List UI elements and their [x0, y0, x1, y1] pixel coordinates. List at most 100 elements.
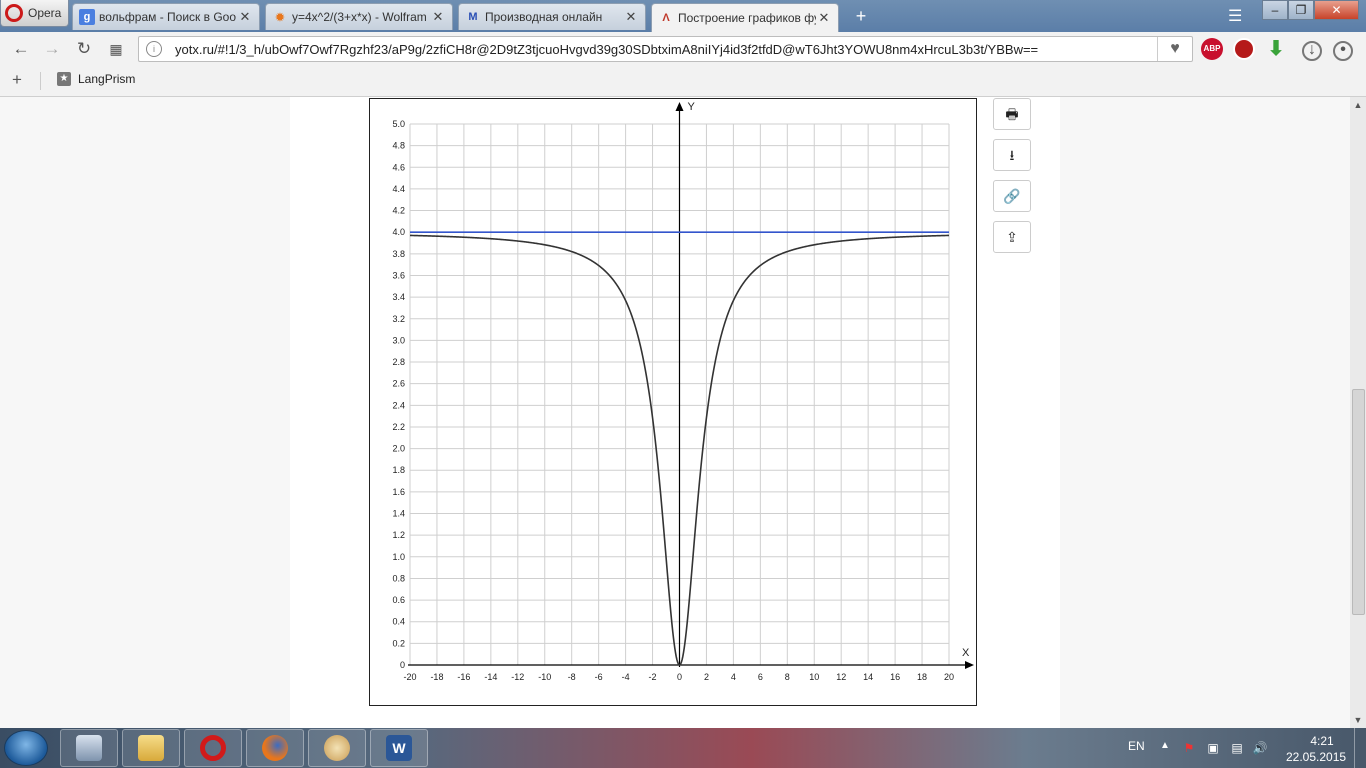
page-viewport: Y X -20 -18 -16 -14 -12 -10 -8 -6 -4 -2 0 2 4 6 8 10 12 14 1… — [0, 97, 1350, 728]
y-tick-label: 0.6 — [392, 595, 405, 605]
taskbar-opera[interactable] — [184, 729, 242, 767]
x-tick-label: 12 — [836, 672, 846, 682]
x-tick-label: -14 — [484, 672, 497, 682]
url-text[interactable]: yotx.ru/#!1/3_h/ubOwf7Owf7Rgzhf23/aP9g/2… — [175, 42, 1038, 57]
opera-menu-button[interactable]: Opera — [0, 0, 69, 27]
bookmark-heart-icon[interactable]: ♥ — [1157, 37, 1192, 61]
taskbar-word[interactable]: W — [370, 729, 428, 767]
y-tick-label: 3.0 — [392, 335, 405, 345]
x-tick-label: 0 — [677, 672, 682, 682]
google-icon: g — [79, 9, 95, 25]
vertical-scrollbar[interactable]: ▲ ▼ — [1350, 97, 1366, 728]
y-tick-label: 1.2 — [392, 530, 405, 540]
downloads-icon[interactable]: ↓ — [1302, 41, 1322, 61]
download-extension-icon[interactable]: ⬇ — [1265, 38, 1287, 60]
yotx-icon: Λ — [662, 12, 670, 24]
x-axis-name: X — [962, 647, 970, 659]
close-window-button[interactable]: ✕ — [1314, 0, 1359, 20]
close-icon[interactable]: ✕ — [816, 10, 832, 26]
scroll-thumb[interactable] — [1352, 389, 1365, 615]
share-button[interactable]: ⇪ — [993, 221, 1031, 253]
link-button[interactable]: 🔗 — [993, 180, 1031, 212]
add-bookmark-icon[interactable]: + — [12, 70, 22, 90]
navigation-toolbar: ← → ↻ ▦ i yotx.ru/#!1/3_h/ubOwf7Owf7Rgzh… — [0, 32, 1366, 66]
x-tick-label: -18 — [430, 672, 443, 682]
x-tick-label: 4 — [731, 672, 736, 682]
x-tick-label: -6 — [595, 672, 603, 682]
minimize-button[interactable]: – — [1262, 0, 1288, 20]
tab-graph-builder[interactable]: Λ Построение графиков фу ✕ — [651, 3, 839, 32]
start-button[interactable] — [4, 730, 48, 766]
close-icon[interactable]: ✕ — [623, 9, 639, 25]
speed-dial-icon[interactable]: ▦ — [106, 39, 126, 59]
scroll-up-arrow-icon[interactable]: ▲ — [1350, 97, 1366, 113]
volume-icon[interactable]: 🔊 — [1252, 740, 1268, 756]
clock-time[interactable]: 4:21 — [1302, 734, 1342, 748]
bookmarks-divider — [40, 72, 41, 90]
show-hidden-icons-icon[interactable]: ▲ — [1160, 740, 1170, 751]
taskbar-calculator[interactable] — [60, 729, 118, 767]
account-icon[interactable]: • — [1333, 41, 1353, 61]
download-icon: ⭳ — [1009, 147, 1015, 163]
tab-derivative[interactable]: M Производная онлайн ✕ — [458, 3, 646, 30]
taskbar-paint[interactable] — [308, 729, 366, 767]
new-tab-button[interactable]: + — [851, 7, 871, 25]
site-info-icon[interactable]: i — [146, 41, 162, 57]
tab-title: y=4x^2/(3+x*x) - Wolfram — [292, 10, 427, 24]
bookmarks-bar: + ★ LangPrism — [0, 66, 1366, 97]
back-icon[interactable]: ← — [11, 39, 31, 59]
y-tick-label: 0.4 — [392, 617, 405, 627]
taskbar: W EN ▲ ⚑ ▣ ▤ 🔊 4:21 22.05.2015 — [0, 728, 1366, 768]
download-button[interactable]: ⭳ — [993, 139, 1031, 171]
opera-icon — [200, 735, 226, 761]
y-tick-label: 2.8 — [392, 357, 405, 367]
close-icon[interactable]: ✕ — [430, 9, 446, 25]
x-tick-label: -12 — [511, 672, 524, 682]
taskbar-firefox[interactable] — [246, 729, 304, 767]
tab-menu-icon[interactable]: ☰ — [1228, 6, 1242, 26]
y-tick-label: 0.8 — [392, 573, 405, 583]
x-tick-label: 2 — [704, 672, 709, 682]
close-icon[interactable]: ✕ — [237, 9, 253, 25]
word-icon: W — [386, 735, 412, 761]
y-tick-label: 2.2 — [392, 422, 405, 432]
taskbar-explorer[interactable] — [122, 729, 180, 767]
show-desktop-button[interactable] — [1354, 728, 1366, 768]
calculator-icon — [76, 735, 102, 761]
bookmark-langprism[interactable]: ★ LangPrism — [57, 72, 135, 86]
y-tick-label: 3.4 — [392, 292, 405, 302]
y-tick-label: 2.0 — [392, 444, 405, 454]
tab-title: вольфрам - Поиск в Goo — [99, 10, 237, 24]
adblock-icon[interactable]: ABP — [1201, 38, 1223, 60]
forward-icon[interactable]: → — [42, 39, 62, 59]
tab-google-search[interactable]: g вольфрам - Поиск в Goo ✕ — [72, 3, 260, 30]
language-indicator[interactable]: EN — [1128, 739, 1145, 753]
x-tick-label: 10 — [809, 672, 819, 682]
x-tick-label: -20 — [403, 672, 416, 682]
tab-title: Построение графиков фу — [678, 11, 816, 25]
x-tick-label: -4 — [622, 672, 630, 682]
flag-icon[interactable]: ⚑ — [1181, 740, 1197, 756]
tab-wolfram[interactable]: ✹ y=4x^2/(3+x*x) - Wolfram ✕ — [265, 3, 453, 30]
y-tick-label: 1.6 — [392, 487, 405, 497]
clock-date[interactable]: 22.05.2015 — [1286, 750, 1346, 764]
reload-icon[interactable]: ↻ — [74, 39, 94, 59]
scroll-down-arrow-icon[interactable]: ▼ — [1350, 712, 1366, 728]
print-button[interactable]: 🖶 — [993, 98, 1031, 130]
y-tick-label: 4.4 — [392, 184, 405, 194]
x-tick-label: 18 — [917, 672, 927, 682]
y-tick-label: 3.6 — [392, 270, 405, 280]
devices-icon[interactable]: ▣ — [1205, 740, 1221, 756]
x-tick-label: 16 — [890, 672, 900, 682]
link-icon: 🔗 — [1003, 188, 1021, 204]
maximize-button[interactable]: ❐ — [1288, 0, 1314, 20]
network-icon[interactable]: ▤ — [1229, 740, 1245, 756]
address-bar[interactable]: i yotx.ru/#!1/3_h/ubOwf7Owf7Rgzhf23/aP9g… — [138, 36, 1193, 62]
mathcabinet-icon: M — [468, 11, 478, 23]
y-tick-label: 3.8 — [392, 249, 405, 259]
adguard-icon[interactable] — [1233, 38, 1255, 60]
paint-icon — [324, 735, 350, 761]
y-tick-label: 1.8 — [392, 465, 405, 475]
y-axis-name: Y — [688, 101, 696, 113]
firefox-icon — [262, 735, 288, 761]
